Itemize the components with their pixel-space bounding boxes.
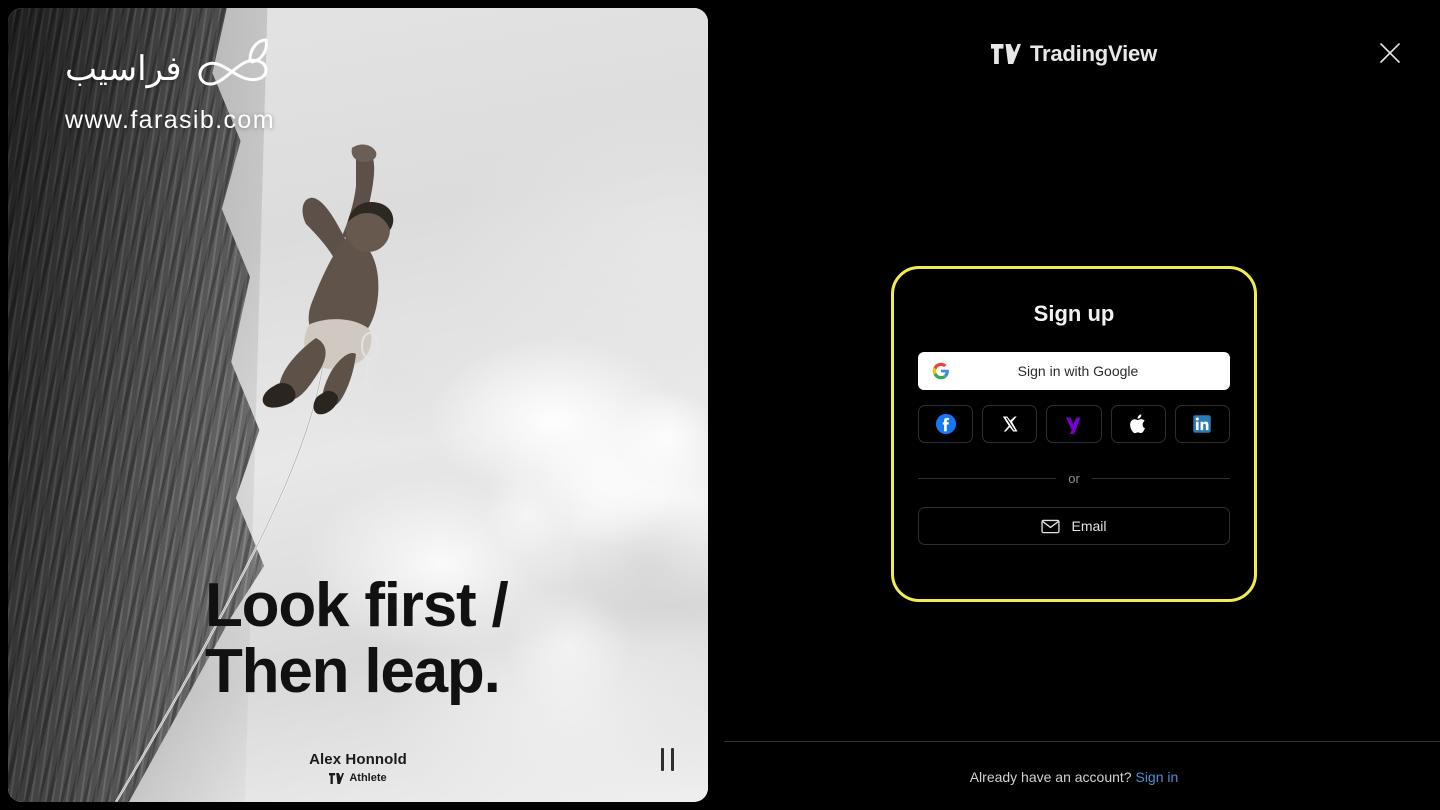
watermark: فراسیب www.farasib.com — [65, 38, 278, 135]
social-login-row — [918, 405, 1231, 443]
email-signup-button[interactable]: Email — [918, 507, 1230, 545]
or-divider: or — [918, 471, 1230, 486]
facebook-icon — [935, 413, 956, 435]
close-icon — [1380, 43, 1400, 63]
apple-icon — [1129, 414, 1145, 434]
signup-panel: TradingView Sign up Sign in with Google — [708, 0, 1440, 810]
tradingview-mark-icon — [329, 772, 345, 784]
pause-bar-right — [670, 747, 674, 771]
yahoo-login-button[interactable] — [1046, 405, 1102, 443]
x-twitter-icon — [1002, 416, 1018, 432]
pause-button[interactable] — [654, 746, 680, 772]
brand-name: TradingView — [1030, 41, 1157, 66]
footer-divider — [724, 741, 1440, 742]
google-signin-label: Sign in with Google — [1017, 363, 1139, 379]
athlete-credit: Alex Honnold Athlete — [8, 751, 708, 784]
signup-card: Sign up Sign in with Google or Email — [891, 266, 1257, 602]
signin-prompt-label: Already have an account? — [969, 769, 1132, 785]
email-signup-label: Email — [1071, 518, 1107, 534]
x-login-button[interactable] — [982, 405, 1038, 443]
athlete-role-row: Athlete — [8, 772, 708, 784]
signup-title: Sign up — [1033, 301, 1115, 326]
climber-figure — [262, 144, 394, 415]
signup-screen: فراسیب www.farasib.com Look first / Then… — [0, 0, 1440, 810]
apple-login-button[interactable] — [1110, 405, 1166, 443]
tradingview-logo: TradingView — [991, 41, 1157, 67]
hero-headline: Look first / Then leap. — [205, 571, 509, 707]
watermark-url: www.farasib.com — [65, 106, 275, 134]
google-signin-button[interactable]: Sign in with Google — [918, 352, 1230, 390]
envelope-icon — [1041, 519, 1061, 533]
hero-image-panel: فراسیب www.farasib.com Look first / Then… — [8, 8, 708, 802]
divider-line-right — [1091, 478, 1230, 479]
divider-line-left — [918, 478, 1057, 479]
watermark-row: فراسیب — [65, 38, 278, 100]
signin-prompt: Already have an account? Sign in — [708, 769, 1440, 785]
linkedin-icon — [1193, 415, 1212, 433]
divider-label: or — [1068, 471, 1080, 486]
infinity-leaf-icon — [198, 38, 268, 86]
watermark-arabic-text: فراسیب — [65, 50, 182, 88]
facebook-login-button[interactable] — [918, 405, 974, 443]
pause-bar-left — [660, 747, 664, 771]
headline-line-1: Look first / — [205, 571, 509, 640]
athlete-name: Alex Honnold — [309, 751, 407, 768]
tradingview-mark-icon — [991, 44, 1021, 64]
athlete-role-label: Athlete — [349, 772, 387, 784]
signin-link[interactable]: Sign in — [1135, 769, 1178, 785]
close-button[interactable] — [1375, 38, 1405, 68]
linkedin-login-button[interactable] — [1174, 405, 1231, 443]
headline-line-2: Then leap. — [205, 637, 501, 707]
yahoo-icon — [1066, 417, 1081, 434]
